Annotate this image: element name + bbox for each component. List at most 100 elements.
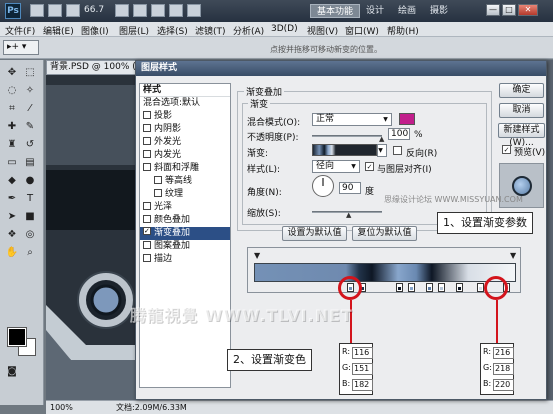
style-item[interactable]: 图案叠加	[140, 240, 230, 253]
color-stop[interactable]	[426, 283, 433, 292]
scale-slider-thumb[interactable]: ▲	[346, 212, 352, 219]
hand-icon[interactable]	[115, 4, 129, 17]
dodge-tool-icon[interactable]: ●	[23, 174, 37, 188]
grid-icon[interactable]	[66, 4, 80, 17]
menu-file[interactable]: 文件(F)	[5, 24, 35, 37]
eyedropper-tool-icon[interactable]: ⁄	[23, 102, 37, 116]
style-checkbox[interactable]	[143, 215, 151, 223]
clone-stamp-icon[interactable]: ♜	[5, 138, 19, 152]
b-input[interactable]: 182	[352, 379, 373, 391]
reset-default-button[interactable]: 复位为默认值	[352, 226, 417, 241]
color-stop[interactable]	[456, 283, 463, 292]
style-checkbox[interactable]	[143, 111, 151, 119]
menu-analysis[interactable]: 分析(A)	[233, 24, 264, 37]
zoom-tool-icon[interactable]: ⌕	[23, 246, 37, 260]
color-stop[interactable]	[438, 283, 445, 292]
opacity-stop-left-icon[interactable]: ▼	[254, 251, 260, 260]
rotate-view-icon[interactable]	[151, 4, 165, 17]
menu-view[interactable]: 视图(V)	[307, 24, 338, 37]
style-item[interactable]: 内发光	[140, 149, 230, 162]
style-item[interactable]: 内阴影	[140, 123, 230, 136]
opacity-input[interactable]: 100	[388, 128, 410, 140]
style-checkbox[interactable]	[143, 241, 151, 249]
ok-button[interactable]: 确定	[499, 83, 544, 98]
marquee-tool-icon[interactable]: ⬚	[23, 66, 37, 80]
style-checkbox[interactable]	[143, 227, 151, 235]
style-checkbox[interactable]	[154, 189, 162, 197]
foreground-color-swatch[interactable]	[7, 327, 27, 347]
type-tool-icon[interactable]: T	[23, 192, 37, 206]
shape-tool-icon[interactable]: ■	[23, 210, 37, 224]
style-item[interactable]: 斜面和浮雕	[140, 162, 230, 175]
brush-tool-icon[interactable]: ✎	[23, 120, 37, 134]
r-input[interactable]: 216	[493, 347, 514, 359]
move-tool-icon[interactable]: ✥	[5, 66, 19, 80]
mini-bridge-icon[interactable]	[48, 4, 62, 17]
r-input[interactable]: 116	[352, 347, 373, 359]
g-input[interactable]: 151	[352, 363, 373, 375]
blend-options-item[interactable]: 混合选项:默认	[140, 97, 230, 110]
style-checkbox[interactable]	[143, 137, 151, 145]
arrange-documents-icon[interactable]	[169, 4, 183, 17]
path-selection-icon[interactable]: ➤	[5, 210, 19, 224]
menu-image[interactable]: 图像(I)	[81, 24, 109, 37]
status-zoom[interactable]: 100%	[50, 401, 73, 414]
make-default-button[interactable]: 设置为默认值	[282, 226, 347, 241]
workspace-photography[interactable]: 摄影	[424, 4, 454, 18]
healing-brush-icon[interactable]: ✚	[5, 120, 19, 134]
zoom-level[interactable]: 66.7	[84, 5, 104, 15]
cancel-button[interactable]: 取消	[499, 103, 544, 118]
style-checkbox[interactable]	[143, 254, 151, 262]
color-stop[interactable]	[396, 283, 403, 292]
style-item[interactable]: 描边	[140, 253, 230, 266]
3d-rotate-icon[interactable]: ❖	[5, 228, 19, 242]
align-checkbox[interactable]: ✓	[365, 162, 374, 171]
workspace-painting[interactable]: 绘画	[392, 4, 422, 18]
style-checkbox[interactable]	[154, 176, 162, 184]
gradient-picker-button[interactable]: ▼	[377, 144, 387, 157]
blur-tool-icon[interactable]: ◆	[5, 174, 19, 188]
3d-camera-icon[interactable]: ◎	[23, 228, 37, 242]
angle-input[interactable]: 90	[339, 182, 361, 194]
menu-edit[interactable]: 编辑(E)	[43, 24, 74, 37]
close-button[interactable]: ✕	[518, 4, 538, 16]
style-checkbox[interactable]	[143, 202, 151, 210]
opacity-slider[interactable]	[312, 135, 382, 137]
blend-mode-select[interactable]: 正常 ▼	[312, 113, 392, 126]
style-item[interactable]: 投影	[140, 110, 230, 123]
style-item[interactable]: 渐变叠加	[140, 227, 230, 240]
lasso-tool-icon[interactable]: ◌	[5, 84, 19, 98]
styles-header[interactable]: 样式	[140, 84, 230, 97]
angle-dial[interactable]	[312, 175, 334, 197]
zoom-icon[interactable]	[133, 4, 147, 17]
gradient-bar[interactable]	[254, 263, 516, 282]
preview-checkbox[interactable]: ✓	[502, 145, 511, 154]
blend-color-swatch[interactable]	[399, 113, 415, 125]
history-brush-icon[interactable]: ↺	[23, 138, 37, 152]
style-item[interactable]: 外发光	[140, 136, 230, 149]
menu-help[interactable]: 帮助(H)	[387, 24, 419, 37]
screen-mode-icon[interactable]	[187, 4, 201, 17]
opacity-stop-right-icon[interactable]: ▼	[510, 251, 516, 260]
menu-filter[interactable]: 滤镜(T)	[195, 24, 226, 37]
maximize-button[interactable]: □	[502, 4, 516, 16]
gradient-tool-icon[interactable]: ▤	[23, 156, 37, 170]
quick-mask-icon[interactable]: ◙	[5, 365, 19, 379]
hand-tool-icon[interactable]: ✋	[5, 246, 19, 260]
reverse-checkbox[interactable]	[393, 146, 402, 155]
workspace-essentials[interactable]: 基本功能	[310, 4, 361, 18]
minimize-button[interactable]: —	[486, 4, 500, 16]
tool-preset-picker[interactable]: ▸+ ▾	[3, 40, 39, 55]
style-checkbox[interactable]	[143, 124, 151, 132]
menu-window[interactable]: 窗口(W)	[345, 24, 379, 37]
menu-layer[interactable]: 图层(L)	[119, 24, 149, 37]
menu-3d[interactable]: 3D(D)	[271, 24, 298, 34]
workspace-design[interactable]: 设计	[360, 4, 390, 18]
bridge-icon[interactable]	[30, 4, 44, 17]
style-item[interactable]: 光泽	[140, 201, 230, 214]
gradient-preview[interactable]	[312, 144, 377, 156]
b-input[interactable]: 220	[493, 379, 514, 391]
opacity-slider-thumb[interactable]: ▲	[379, 136, 385, 143]
style-item[interactable]: 纹理	[140, 188, 230, 201]
color-stop[interactable]	[477, 283, 484, 292]
